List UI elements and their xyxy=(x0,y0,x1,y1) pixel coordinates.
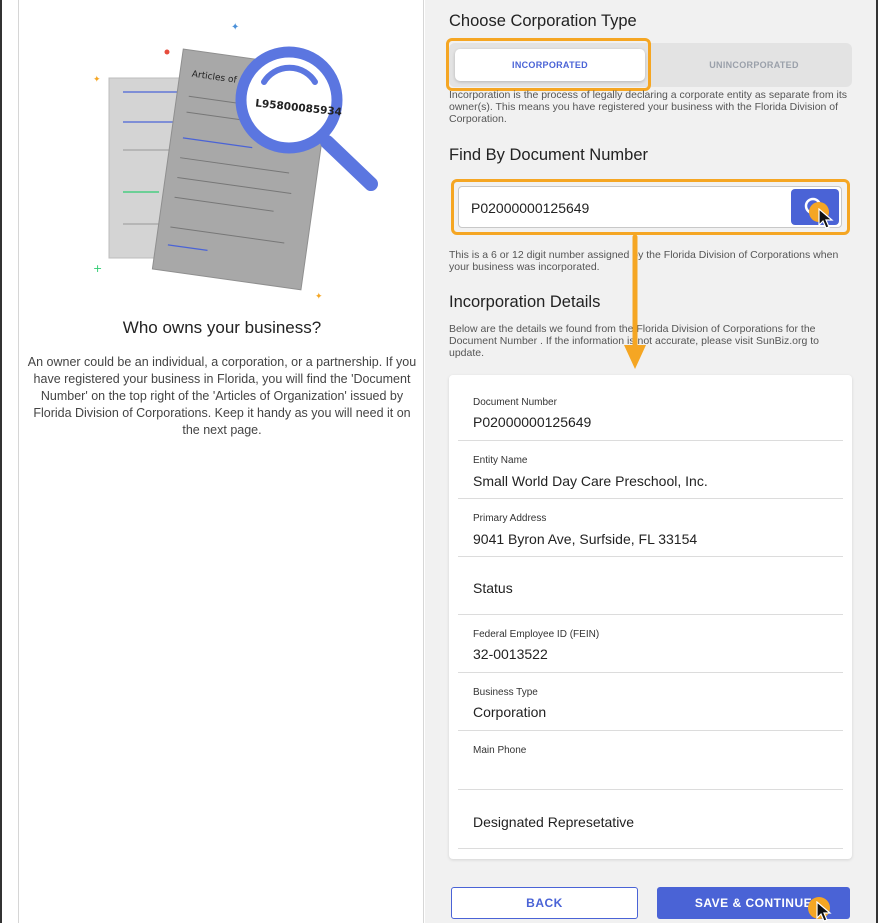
info-panel: ✦ ✦ + ✦ Articles of Org L95800085934 Who… xyxy=(18,0,424,923)
field-designated-representative: Designated Represetative xyxy=(458,790,843,849)
field-value: Designated Represetative xyxy=(473,814,635,830)
details-heading: Incorporation Details xyxy=(449,293,601,311)
arrow-down-icon xyxy=(624,234,646,369)
mouse-cursor-icon xyxy=(816,901,832,922)
field-entity-name: Entity Name Small World Day Care Prescho… xyxy=(458,441,843,499)
field-label: Entity Name xyxy=(473,455,528,466)
field-status: Status xyxy=(458,557,843,615)
field-value: P02000000125649 xyxy=(473,414,592,430)
unincorporated-option[interactable]: UNINCORPORATED xyxy=(659,49,849,81)
corp-type-heading: Choose Corporation Type xyxy=(449,12,637,30)
field-label: Business Type xyxy=(473,687,538,698)
back-button[interactable]: BACK xyxy=(451,887,638,919)
field-label: Main Phone xyxy=(473,745,527,756)
field-value: 9041 Byron Ave, Surfside, FL 33154 xyxy=(473,531,698,547)
field-label: Primary Address xyxy=(473,513,547,524)
field-value: Small World Day Care Preschool, Inc. xyxy=(473,473,708,489)
document-search-illustration: ✦ ✦ + ✦ Articles of Org L95800085934 xyxy=(93,22,378,302)
field-document-number: Document Number P02000000125649 xyxy=(458,375,843,441)
window-border-left xyxy=(0,0,2,923)
sparkle-icon: ✦ xyxy=(93,75,101,85)
field-value: 32-0013522 xyxy=(473,646,548,662)
highlight-frame xyxy=(451,179,850,235)
field-value: Status xyxy=(473,580,513,596)
highlight-frame xyxy=(446,38,651,91)
help-paragraph: An owner could be an individual, a corpo… xyxy=(27,355,417,437)
field-main-phone: Main Phone xyxy=(458,731,843,790)
app-window: ✦ ✦ + ✦ Articles of Org L95800085934 Who… xyxy=(0,0,878,923)
sparkle-icon: ✦ xyxy=(315,292,323,302)
find-heading: Find By Document Number xyxy=(449,146,648,164)
field-label: Federal Employee ID (FEIN) xyxy=(473,629,600,640)
corp-type-description: Incorporation is the process of legally … xyxy=(449,89,848,125)
mouse-cursor-icon xyxy=(818,208,834,229)
page-title: Who owns your business? xyxy=(122,318,322,337)
sparkle-icon: ✦ xyxy=(231,22,239,33)
field-fein: Federal Employee ID (FEIN) 32-0013522 xyxy=(458,615,843,673)
sparkle-icon: + xyxy=(93,262,102,275)
field-business-type: Business Type Corporation xyxy=(458,673,843,731)
field-value: Corporation xyxy=(473,704,547,720)
field-primary-address: Primary Address 9041 Byron Ave, Surfside… xyxy=(458,499,843,557)
sparkle-icon xyxy=(164,49,170,55)
field-label: Document Number xyxy=(473,397,557,408)
details-card: Document Number P02000000125649 Entity N… xyxy=(449,375,852,859)
